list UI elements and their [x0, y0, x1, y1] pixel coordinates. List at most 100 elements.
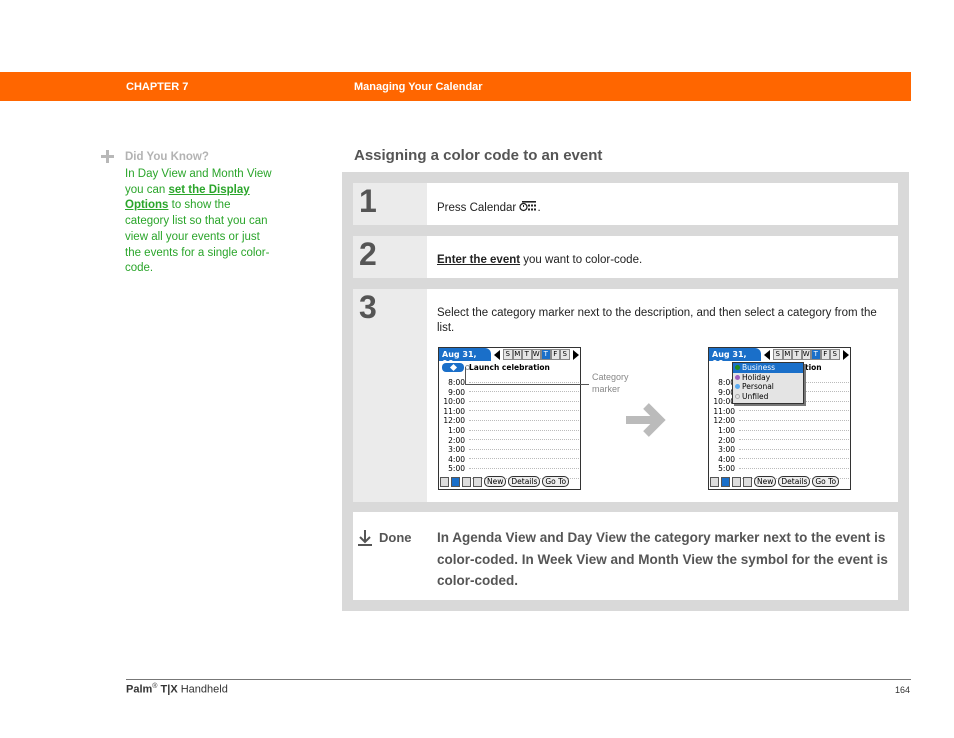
category-color-dot [735, 365, 740, 370]
time-column: 8:00 9:00 10:00 11:00 12:00 1:00 2:00 3:… [441, 378, 465, 474]
go-to-button: Go To [812, 476, 840, 487]
day-button: S [773, 349, 783, 360]
view-button [732, 476, 741, 487]
view-button [473, 476, 482, 487]
time-label: 9:00 [448, 387, 465, 397]
step-number-box: 2 [353, 236, 427, 278]
enter-the-event-link[interactable]: Enter the event [437, 254, 520, 266]
time-label: 5:00 [718, 464, 735, 474]
chapter-label: CHAPTER 7 [126, 81, 189, 93]
footer-divider [126, 679, 911, 680]
details-button: Details [778, 476, 811, 487]
time-label: 2:00 [448, 435, 465, 445]
prev-week-arrow-icon [494, 350, 500, 360]
day-button: S [560, 349, 570, 360]
category-item-business: Business [733, 363, 803, 373]
section-title: Assigning a color code to an event [354, 147, 603, 164]
time-label: 4:00 [448, 454, 465, 464]
footer-product-name: Handheld [177, 683, 228, 696]
time-label: 11:00 [443, 406, 465, 416]
day-button: T [792, 349, 802, 360]
day-button: M [512, 349, 522, 360]
day-view-button [721, 476, 730, 487]
category-name: Unfiled [742, 391, 769, 401]
day-button: S [830, 349, 840, 360]
view-button [743, 476, 752, 487]
down-arrow-icon [357, 529, 373, 552]
did-you-know-text: In Day View and Month View you can set t… [125, 167, 275, 277]
date-tab: Aug 31, 06 [709, 348, 761, 368]
day-button: M [782, 349, 792, 360]
new-button: New [484, 476, 507, 487]
step-text: Press Calendar . [437, 200, 541, 216]
category-popup-list: Business Holiday Personal Unfiled [732, 362, 804, 404]
step-2-text: you want to color-code. [520, 254, 643, 266]
time-label: 8:00 [448, 378, 465, 387]
calendar-icon [519, 200, 537, 212]
plus-icon [101, 150, 114, 163]
time-label: 11:00 [713, 406, 735, 416]
step-number: 3 [359, 289, 377, 325]
prev-week-arrow-icon [764, 350, 770, 360]
step-number-box: 1 [353, 183, 427, 225]
footer-brand: Palm [126, 683, 153, 696]
day-button: W [531, 349, 541, 360]
time-label: 4:00 [718, 454, 735, 464]
step-number-box: 3 [353, 289, 427, 502]
category-marker-callout: Category marker [592, 372, 629, 394]
new-button: New [754, 476, 777, 487]
time-label: 1:00 [718, 425, 735, 435]
week-days: S M T W T F S [773, 349, 840, 360]
view-button [462, 476, 471, 487]
callout-line [465, 367, 466, 384]
event-description: Launch celebration [469, 363, 550, 372]
details-button: Details [508, 476, 541, 487]
registered-mark: ® [152, 683, 158, 690]
time-label: 3:00 [718, 445, 735, 455]
palm-screen-after: Aug 31, 06 S M T W T F S tion 8:00 9:00 … [708, 347, 851, 490]
category-color-dot [735, 393, 740, 399]
day-button-selected: T [541, 349, 551, 360]
bottom-toolbar: New Details Go To [710, 476, 840, 487]
step-number: 2 [359, 236, 377, 272]
done-label: Done [379, 530, 412, 545]
arrow-right-icon [624, 403, 670, 442]
day-view-button [451, 476, 460, 487]
time-label: 1:00 [448, 425, 465, 435]
event-description-truncated: tion [805, 363, 822, 372]
time-label: 2:00 [718, 435, 735, 445]
category-name: Holiday [742, 372, 771, 382]
week-days: S M T W T F S [503, 349, 570, 360]
step-number: 1 [359, 183, 377, 219]
step-text: Select the category marker next to the d… [437, 307, 877, 334]
view-button [710, 476, 719, 487]
day-button: S [503, 349, 513, 360]
day-button: F [550, 349, 560, 360]
category-name: Personal [742, 382, 774, 391]
untimed-event-bullet [442, 363, 464, 372]
did-you-know-title: Did You Know? [125, 151, 209, 163]
go-to-button: Go To [542, 476, 570, 487]
footer-product: Palm® T|X Handheld [126, 683, 228, 696]
step-1-text: Press Calendar [437, 202, 517, 214]
category-item-holiday: Holiday [733, 373, 803, 383]
time-label: 12:00 [443, 416, 465, 426]
view-button [440, 476, 449, 487]
step-2: 2 Enter the event you want to color-code… [353, 236, 898, 278]
day-button: W [801, 349, 811, 360]
callout-line [465, 384, 589, 385]
next-week-arrow-icon [573, 350, 579, 360]
category-color-dot [735, 384, 740, 389]
time-slot-lines [469, 373, 579, 479]
category-name: Business [742, 363, 776, 372]
day-button: T [522, 349, 532, 360]
bottom-toolbar: New Details Go To [440, 476, 570, 487]
step-text: Enter the event you want to color-code. [437, 253, 642, 268]
step-1: 1 Press Calendar . [353, 183, 898, 225]
day-button-selected: T [811, 349, 821, 360]
date-tab: Aug 31, 06 [439, 348, 491, 368]
category-item-unfiled: Unfiled [733, 392, 803, 402]
done-text: In Agenda View and Day View the category… [437, 530, 888, 588]
footer-model: T|X [160, 683, 178, 696]
chapter-title: Managing Your Calendar [354, 81, 483, 93]
